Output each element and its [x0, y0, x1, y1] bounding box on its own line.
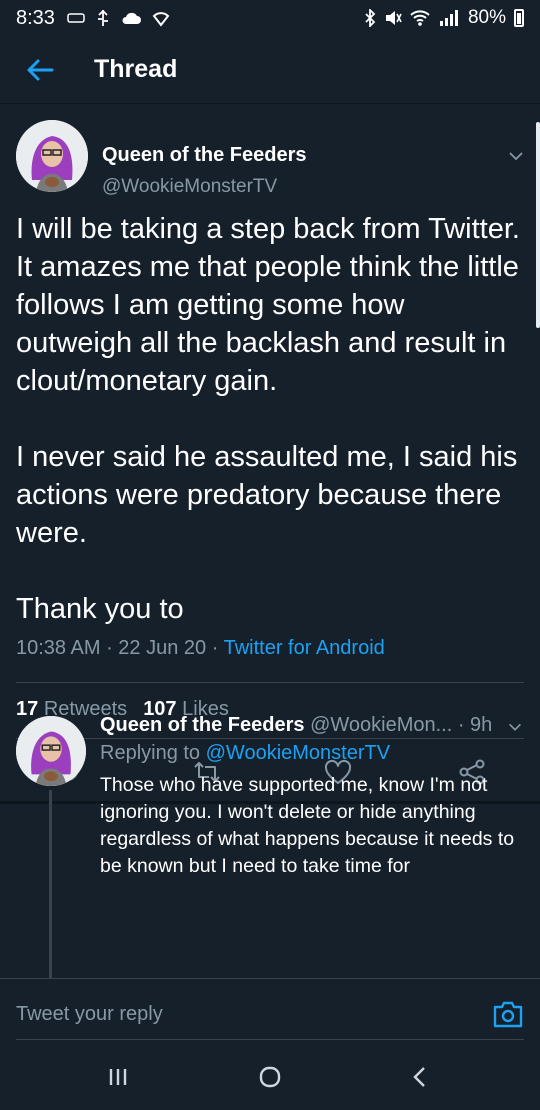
avatar-image-icon	[16, 716, 86, 786]
recents-button[interactable]	[98, 1062, 138, 1092]
status-left-icons	[67, 9, 171, 27]
meta-separator: ·	[106, 637, 119, 659]
tweet-time: 10:38 AM	[16, 637, 101, 659]
reply-input[interactable]: Tweet your reply	[16, 1003, 163, 1026]
status-right: 80%	[364, 7, 524, 29]
battery-percent: 80%	[467, 7, 506, 28]
home-icon	[259, 1066, 281, 1088]
thread-connector-line	[49, 790, 52, 978]
back-button[interactable]	[10, 40, 70, 100]
cloud-icon	[122, 12, 141, 24]
app-header: Thread	[0, 36, 540, 104]
avatar-image-icon	[16, 120, 88, 192]
reply-author-name[interactable]: Queen of the Feeders	[100, 714, 305, 736]
tweet-paragraph: Thank you to	[16, 593, 184, 625]
chevron-down-icon[interactable]	[506, 718, 524, 736]
app-screen: 8:33 80% Thread Queen of the Feeders @Wo…	[0, 0, 540, 1110]
battery-icon	[514, 9, 524, 27]
divider	[16, 682, 524, 683]
arrow-left-icon	[27, 59, 54, 80]
tweet-meta: 10:38 AM · 22 Jun 20 · Twitter for Andro…	[16, 637, 385, 660]
avatar[interactable]	[16, 120, 88, 192]
reply-tweet[interactable]: Queen of the Feeders @WookieMon... · 9h …	[0, 700, 540, 978]
recents-icon	[109, 1069, 127, 1085]
chevron-left-icon	[413, 1067, 425, 1087]
status-bar: 8:33 80%	[0, 0, 540, 36]
reply-text: Those who have supported me, know I'm no…	[100, 774, 515, 877]
chevron-down-icon[interactable]	[506, 146, 526, 166]
tweet-paragraph: I will be taking a step back from Twitte…	[16, 213, 520, 397]
usb-icon	[97, 9, 108, 26]
wifi-icon	[410, 10, 430, 26]
tweet-date: 22 Jun 20	[118, 637, 207, 659]
replying-to-line: Replying to @WookieMonsterTV	[100, 742, 390, 765]
home-button[interactable]	[250, 1062, 290, 1092]
author-handle[interactable]: @WookieMonsterTV	[102, 176, 277, 198]
vpn-icon	[152, 12, 170, 27]
meta-separator: ·	[211, 637, 224, 659]
camera-icon[interactable]	[492, 999, 524, 1029]
avatar[interactable]	[16, 716, 86, 786]
author-name[interactable]: Queen of the Feeders	[102, 144, 307, 167]
tweet-text: I will be taking a step back from Twitte…	[16, 210, 526, 628]
input-underline	[16, 1039, 524, 1040]
author-row: Queen of the Feeders @WookieMonsterTV	[16, 120, 526, 198]
reply-age: · 9h	[457, 714, 493, 736]
tweet-paragraph: I never said he assaulted me, I said his…	[16, 441, 518, 549]
scrollbar[interactable]	[536, 122, 540, 328]
tweet-source-link[interactable]: Twitter for Android	[224, 637, 385, 659]
bluetooth-icon	[365, 9, 376, 27]
system-nav-bar	[0, 1042, 540, 1110]
replying-to-link[interactable]: @WookieMonsterTV	[206, 742, 390, 764]
notification-icon	[67, 13, 85, 23]
reply-header: Queen of the Feeders @WookieMon... · 9h	[100, 714, 530, 737]
mute-icon	[385, 11, 402, 25]
lte-signal-icon	[439, 10, 458, 26]
reply-author-handle[interactable]: @WookieMon...	[310, 714, 452, 736]
reply-composer[interactable]: Tweet your reply	[0, 978, 540, 1042]
system-back-button[interactable]	[400, 1062, 440, 1092]
replying-prefix: Replying to	[100, 742, 201, 764]
status-time: 8:33	[16, 6, 55, 29]
page-title: Thread	[94, 55, 178, 83]
